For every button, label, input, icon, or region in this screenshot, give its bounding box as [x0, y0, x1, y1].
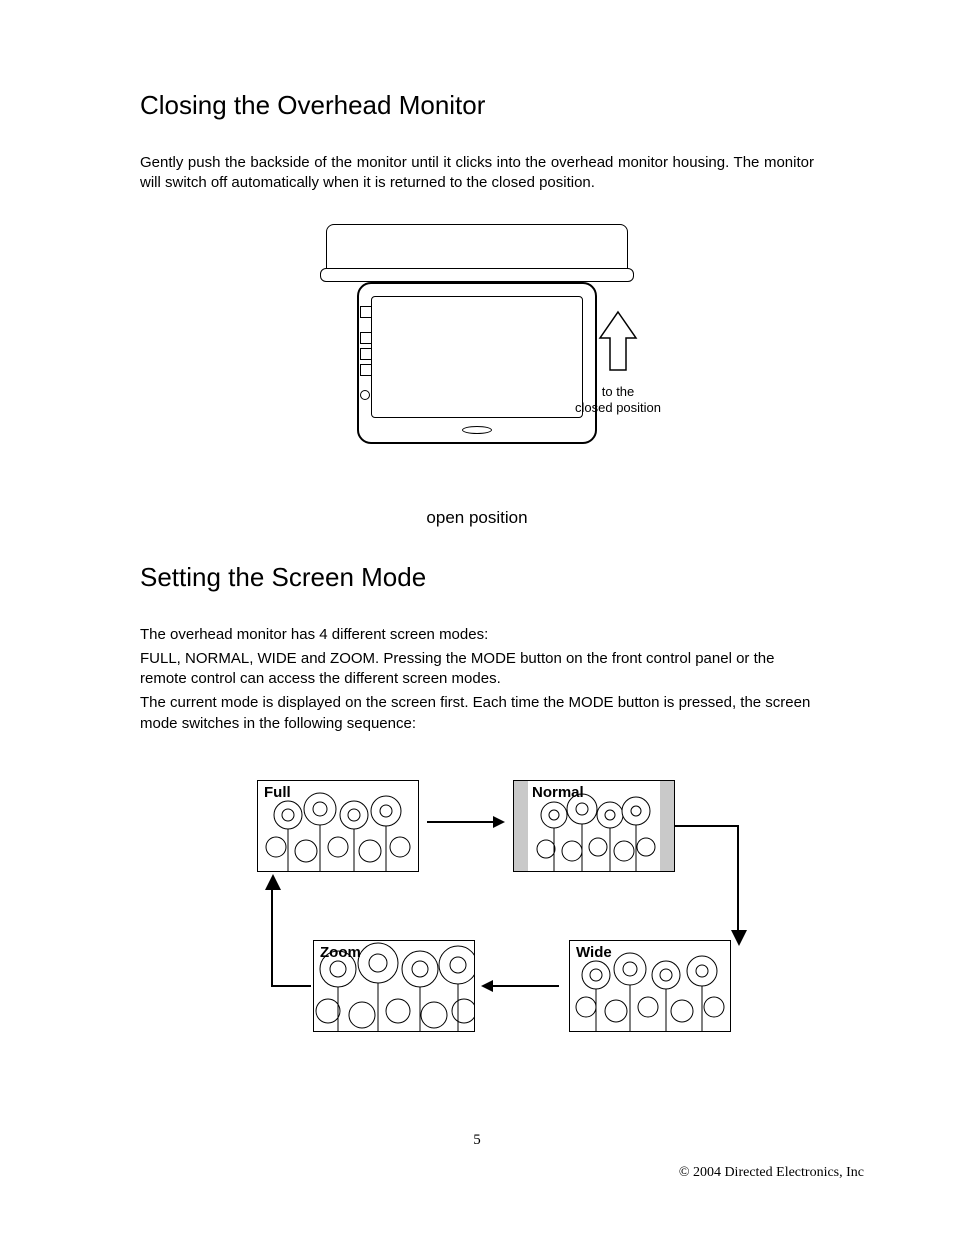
- mode-label-wide: Wide: [576, 944, 612, 961]
- para-mode-1: The overhead monitor has 4 different scr…: [140, 625, 814, 645]
- arrow-label-2: closed position: [563, 400, 673, 416]
- monitor-side-buttons-icon: [360, 306, 374, 404]
- mode-box-wide: Wide: [569, 940, 731, 1032]
- arrow-label-1: to the: [563, 384, 673, 400]
- page-number: 5: [0, 1132, 954, 1149]
- figure-mode-sequence: Full Normal: [217, 770, 737, 1070]
- arrow-left-icon: [481, 976, 561, 996]
- figure-close-monitor: to the closed position: [277, 224, 677, 484]
- seq-line: [271, 888, 273, 987]
- arrow-right-icon: [425, 812, 505, 832]
- monitor-latch-icon: [462, 426, 492, 434]
- para-closing: Gently push the backside of the monitor …: [140, 153, 814, 194]
- figure1-caption: open position: [140, 508, 814, 528]
- mode-label-full: Full: [264, 784, 291, 801]
- seq-line: [675, 825, 739, 827]
- monitor-screen-icon: [371, 296, 583, 418]
- mode-box-normal: Normal: [513, 780, 675, 872]
- mode-box-zoom: Zoom: [313, 940, 475, 1032]
- para-mode-2: FULL, NORMAL, WIDE and ZOOM. Pressing th…: [140, 649, 814, 690]
- housing-strip-icon: [320, 268, 634, 282]
- mode-label-zoom: Zoom: [320, 944, 361, 961]
- heading-screen-mode: Setting the Screen Mode: [140, 562, 814, 593]
- seq-line: [737, 825, 739, 935]
- copyright: © 2004 Directed Electronics, Inc: [679, 1165, 864, 1181]
- arrow-up-icon: [598, 310, 638, 380]
- heading-closing: Closing the Overhead Monitor: [140, 90, 814, 121]
- para-mode-3: The current mode is displayed on the scr…: [140, 693, 814, 734]
- mode-label-normal: Normal: [532, 784, 584, 801]
- seq-line: [271, 985, 311, 987]
- mode-box-full: Full: [257, 780, 419, 872]
- arrow-down-icon: [729, 930, 749, 946]
- close-direction-annotation: to the closed position: [563, 310, 673, 417]
- arrow-up-small-icon: [263, 874, 283, 890]
- monitor-housing-icon: [326, 224, 628, 274]
